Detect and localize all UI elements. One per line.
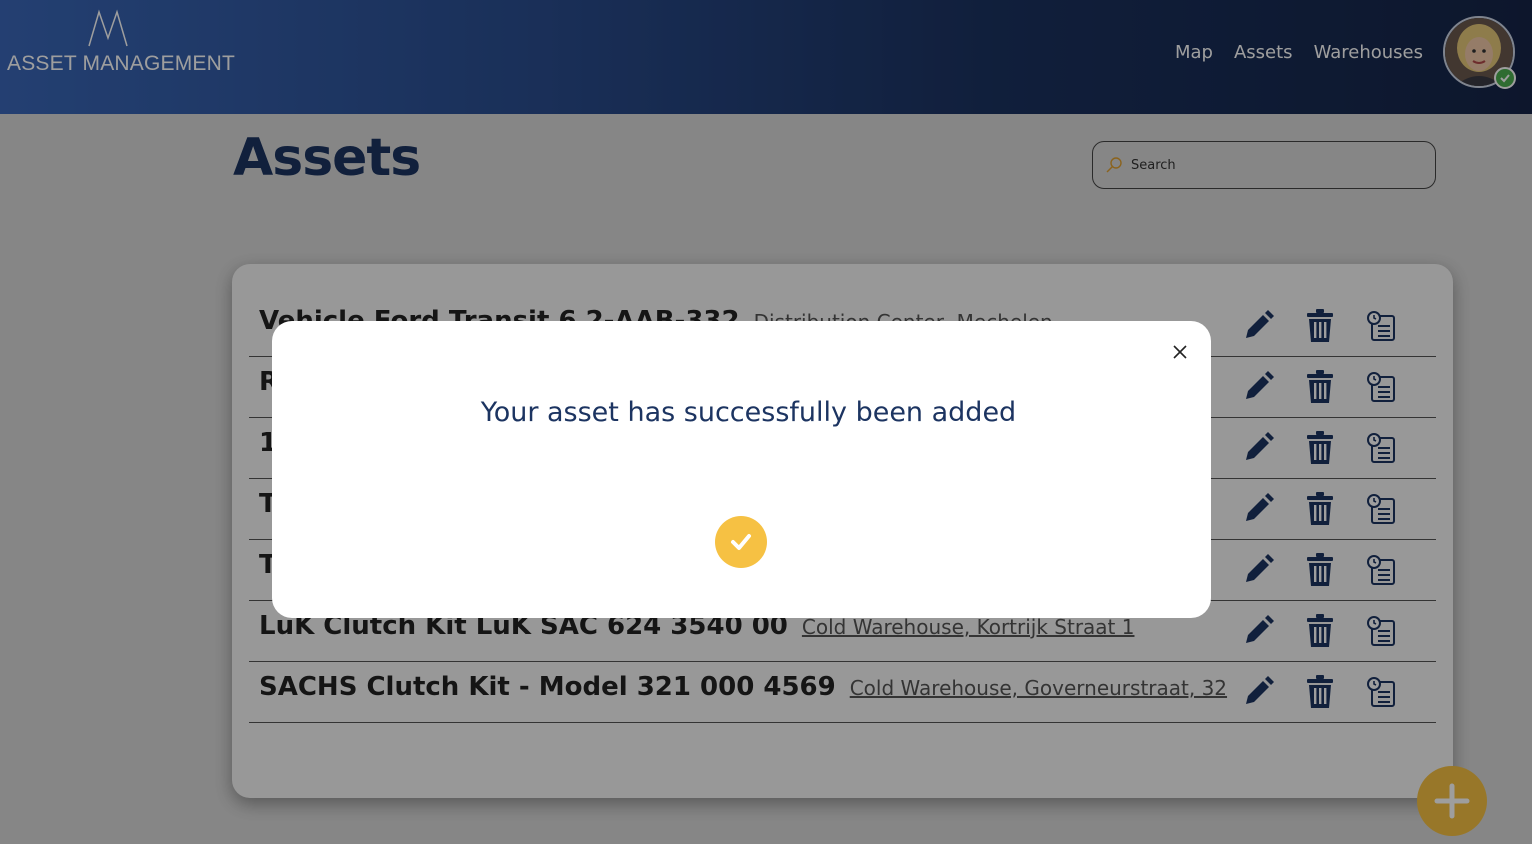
close-icon[interactable] bbox=[1171, 343, 1189, 361]
success-message: Your asset has successfully been added bbox=[480, 397, 1017, 428]
check-icon bbox=[715, 516, 767, 568]
success-dialog: Your asset has successfully been added bbox=[272, 321, 1211, 618]
